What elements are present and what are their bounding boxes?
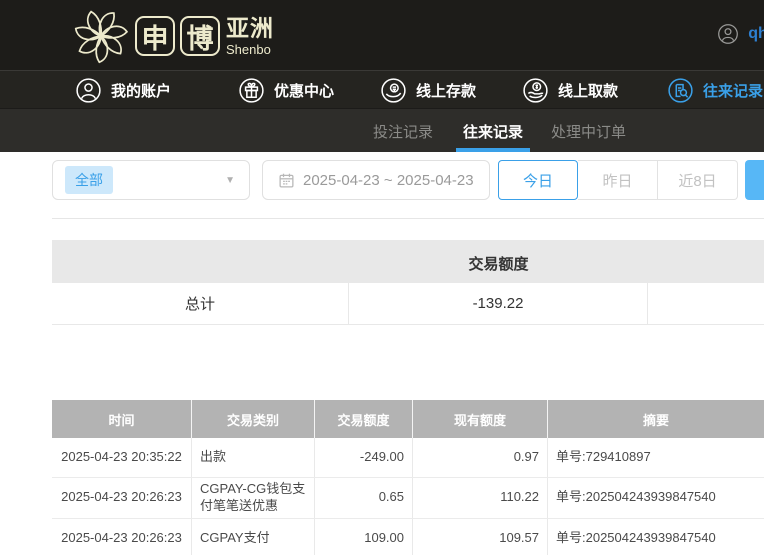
cell-type: CGPAY-CG钱包支付笔笔送优惠 (192, 478, 315, 518)
cell-time: 2025-04-23 20:26:23 (52, 519, 192, 555)
button-label: 近8日 (678, 170, 716, 191)
nav-item-transaction-records[interactable]: 往来记录 (667, 71, 763, 109)
column-header-type: 交易类别 (192, 400, 315, 438)
table-row: 2025-04-23 20:35:22 出款 -249.00 0.97 单号:7… (52, 438, 764, 478)
logo-char-shen: 申 (135, 16, 175, 56)
user-account-area[interactable]: qhhw (717, 23, 764, 45)
summary-header-label: 交易额度 (349, 253, 648, 274)
cell-amount: 109.00 (315, 519, 413, 555)
calendar-icon (278, 172, 295, 189)
nav-item-withdraw[interactable]: 线上取款 (522, 71, 618, 109)
summary-total-value: -139.22 (349, 283, 648, 324)
nav-item-my-account[interactable]: 我的账户 (75, 71, 171, 109)
page: 申 博 亚洲 Shenbo qhhw 我的账户 (0, 0, 764, 555)
nav-label: 往来记录 (703, 80, 763, 101)
summary-total-row: 总计 -139.22 (52, 283, 764, 325)
cell-summary: 单号:202504243939847540 (548, 519, 764, 555)
button-label: 昨日 (602, 170, 632, 191)
logo-subtitle-text: Shenbo (226, 43, 274, 56)
date-range-picker[interactable]: 2025-04-23 ~ 2025-04-23 (262, 160, 490, 200)
summary-table-header: 交易额度 (52, 240, 764, 283)
cell-balance: 109.57 (413, 519, 548, 555)
section-divider (52, 218, 764, 219)
summary-table: 交易额度 总计 -139.22 (52, 240, 764, 325)
username-text[interactable]: qhhw (748, 25, 764, 43)
tab-processing-orders[interactable]: 处理中订单 (551, 109, 626, 153)
records-icon (667, 77, 694, 104)
gift-icon (238, 77, 265, 104)
cell-balance: 0.97 (413, 438, 548, 477)
active-tab-underline (456, 148, 530, 152)
cell-balance: 110.22 (413, 478, 548, 518)
logo-region-text: 亚洲 (226, 17, 274, 40)
today-button[interactable]: 今日 (498, 160, 578, 200)
account-icon (75, 77, 102, 104)
summary-empty-cell (648, 283, 764, 324)
deposit-icon (380, 77, 407, 104)
chevron-down-icon: ▼ (225, 175, 235, 186)
flower-logo-icon (72, 7, 130, 65)
yesterday-button[interactable]: 昨日 (578, 160, 658, 200)
nav-label: 优惠中心 (274, 80, 334, 101)
user-avatar-icon (717, 23, 739, 45)
cell-type: 出款 (192, 438, 315, 477)
nav-label: 线上存款 (416, 80, 476, 101)
tab-betting-records[interactable]: 投注记录 (373, 109, 433, 153)
tab-label: 往来记录 (463, 121, 523, 142)
nav-label: 线上取款 (558, 80, 618, 101)
summary-total-label: 总计 (52, 283, 349, 324)
nav-label: 我的账户 (111, 80, 171, 101)
quick-date-button-group: 今日 昨日 近8日 (498, 160, 738, 200)
cell-summary: 单号:729410897 (548, 438, 764, 477)
records-tab-bar: 投注记录 往来记录 处理中订单 (0, 108, 764, 152)
column-header-summary: 摘要 (548, 400, 764, 438)
main-navigation: 我的账户 优惠中心 线上存款 线上取款 (0, 70, 764, 108)
records-table: 时间 交易类别 交易额度 现有额度 摘要 2025-04-23 20:35:22… (52, 400, 764, 555)
last-8-days-button[interactable]: 近8日 (658, 160, 738, 200)
nav-item-promotions[interactable]: 优惠中心 (238, 71, 334, 109)
table-row: 2025-04-23 20:26:23 CGPAY支付 109.00 109.5… (52, 519, 764, 555)
transaction-type-select[interactable]: 全部 ▼ (52, 160, 250, 200)
logo-char-bo: 博 (180, 16, 220, 56)
table-row: 2025-04-23 20:26:23 CGPAY-CG钱包支付笔笔送优惠 0.… (52, 478, 764, 519)
date-range-value: 2025-04-23 ~ 2025-04-23 (303, 172, 474, 189)
column-header-amount: 交易额度 (315, 400, 413, 438)
cell-time: 2025-04-23 20:35:22 (52, 438, 192, 477)
cell-summary: 单号:202504243939847540 (548, 478, 764, 518)
tab-label: 处理中订单 (551, 121, 626, 142)
brand-logo[interactable]: 申 博 亚洲 Shenbo (72, 7, 274, 65)
top-header-bar: 申 博 亚洲 Shenbo qhhw (0, 0, 764, 70)
withdraw-icon (522, 77, 549, 104)
cell-amount: -249.00 (315, 438, 413, 477)
nav-item-deposit[interactable]: 线上存款 (380, 71, 476, 109)
tab-label: 投注记录 (373, 121, 433, 142)
column-header-balance: 现有额度 (413, 400, 548, 438)
button-label: 今日 (523, 170, 553, 191)
cell-amount: 0.65 (315, 478, 413, 518)
column-header-time: 时间 (52, 400, 192, 438)
cell-time: 2025-04-23 20:26:23 (52, 478, 192, 518)
tab-transaction-records[interactable]: 往来记录 (463, 109, 523, 153)
records-table-header-row: 时间 交易类别 交易额度 现有额度 摘要 (52, 400, 764, 438)
selected-type-chip: 全部 (65, 166, 113, 194)
search-button[interactable] (745, 160, 764, 200)
cell-type: CGPAY支付 (192, 519, 315, 555)
